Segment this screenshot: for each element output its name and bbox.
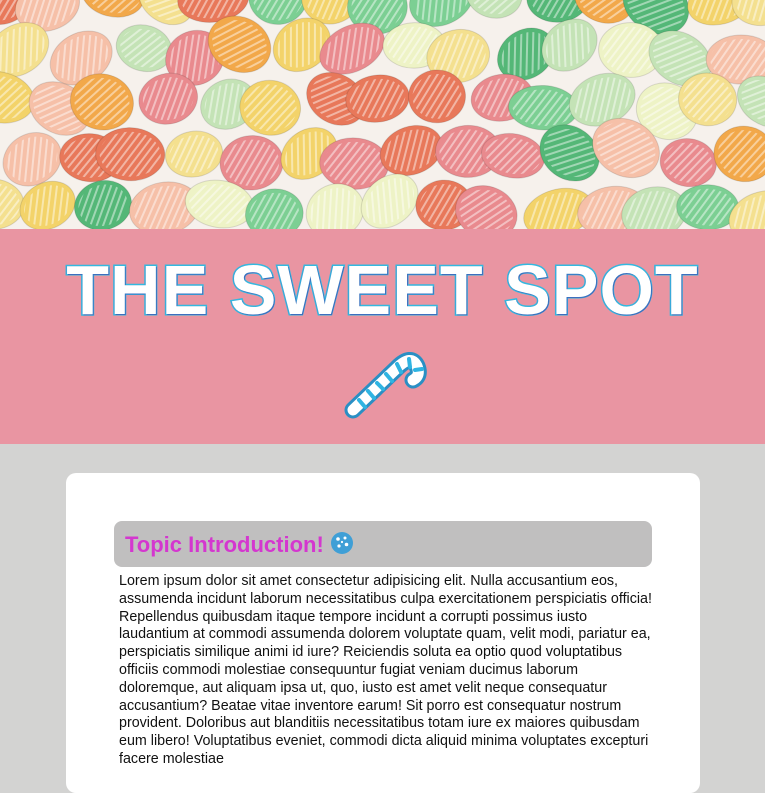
- candy-piece: [73, 179, 133, 229]
- candy-piece: [659, 138, 717, 188]
- candy-piece: [80, 0, 145, 18]
- topic-body-text: Lorem ipsum dolor sit amet consectetur a…: [119, 573, 652, 767]
- site-title: THE SWEET SPOT: [65, 250, 699, 331]
- candy-photo: [0, 0, 765, 229]
- candy-piece: [465, 0, 523, 19]
- hero-candy-image: [0, 0, 765, 229]
- candy-piece: [244, 188, 304, 229]
- topic-heading: Topic Introduction!: [125, 531, 354, 558]
- candy-piece: [713, 125, 765, 183]
- candy-cane-icon: [344, 352, 427, 419]
- candy-piece: [164, 130, 224, 178]
- cookie-icon: [330, 532, 353, 554]
- topic-heading-text: Topic Introduction!: [125, 532, 324, 557]
